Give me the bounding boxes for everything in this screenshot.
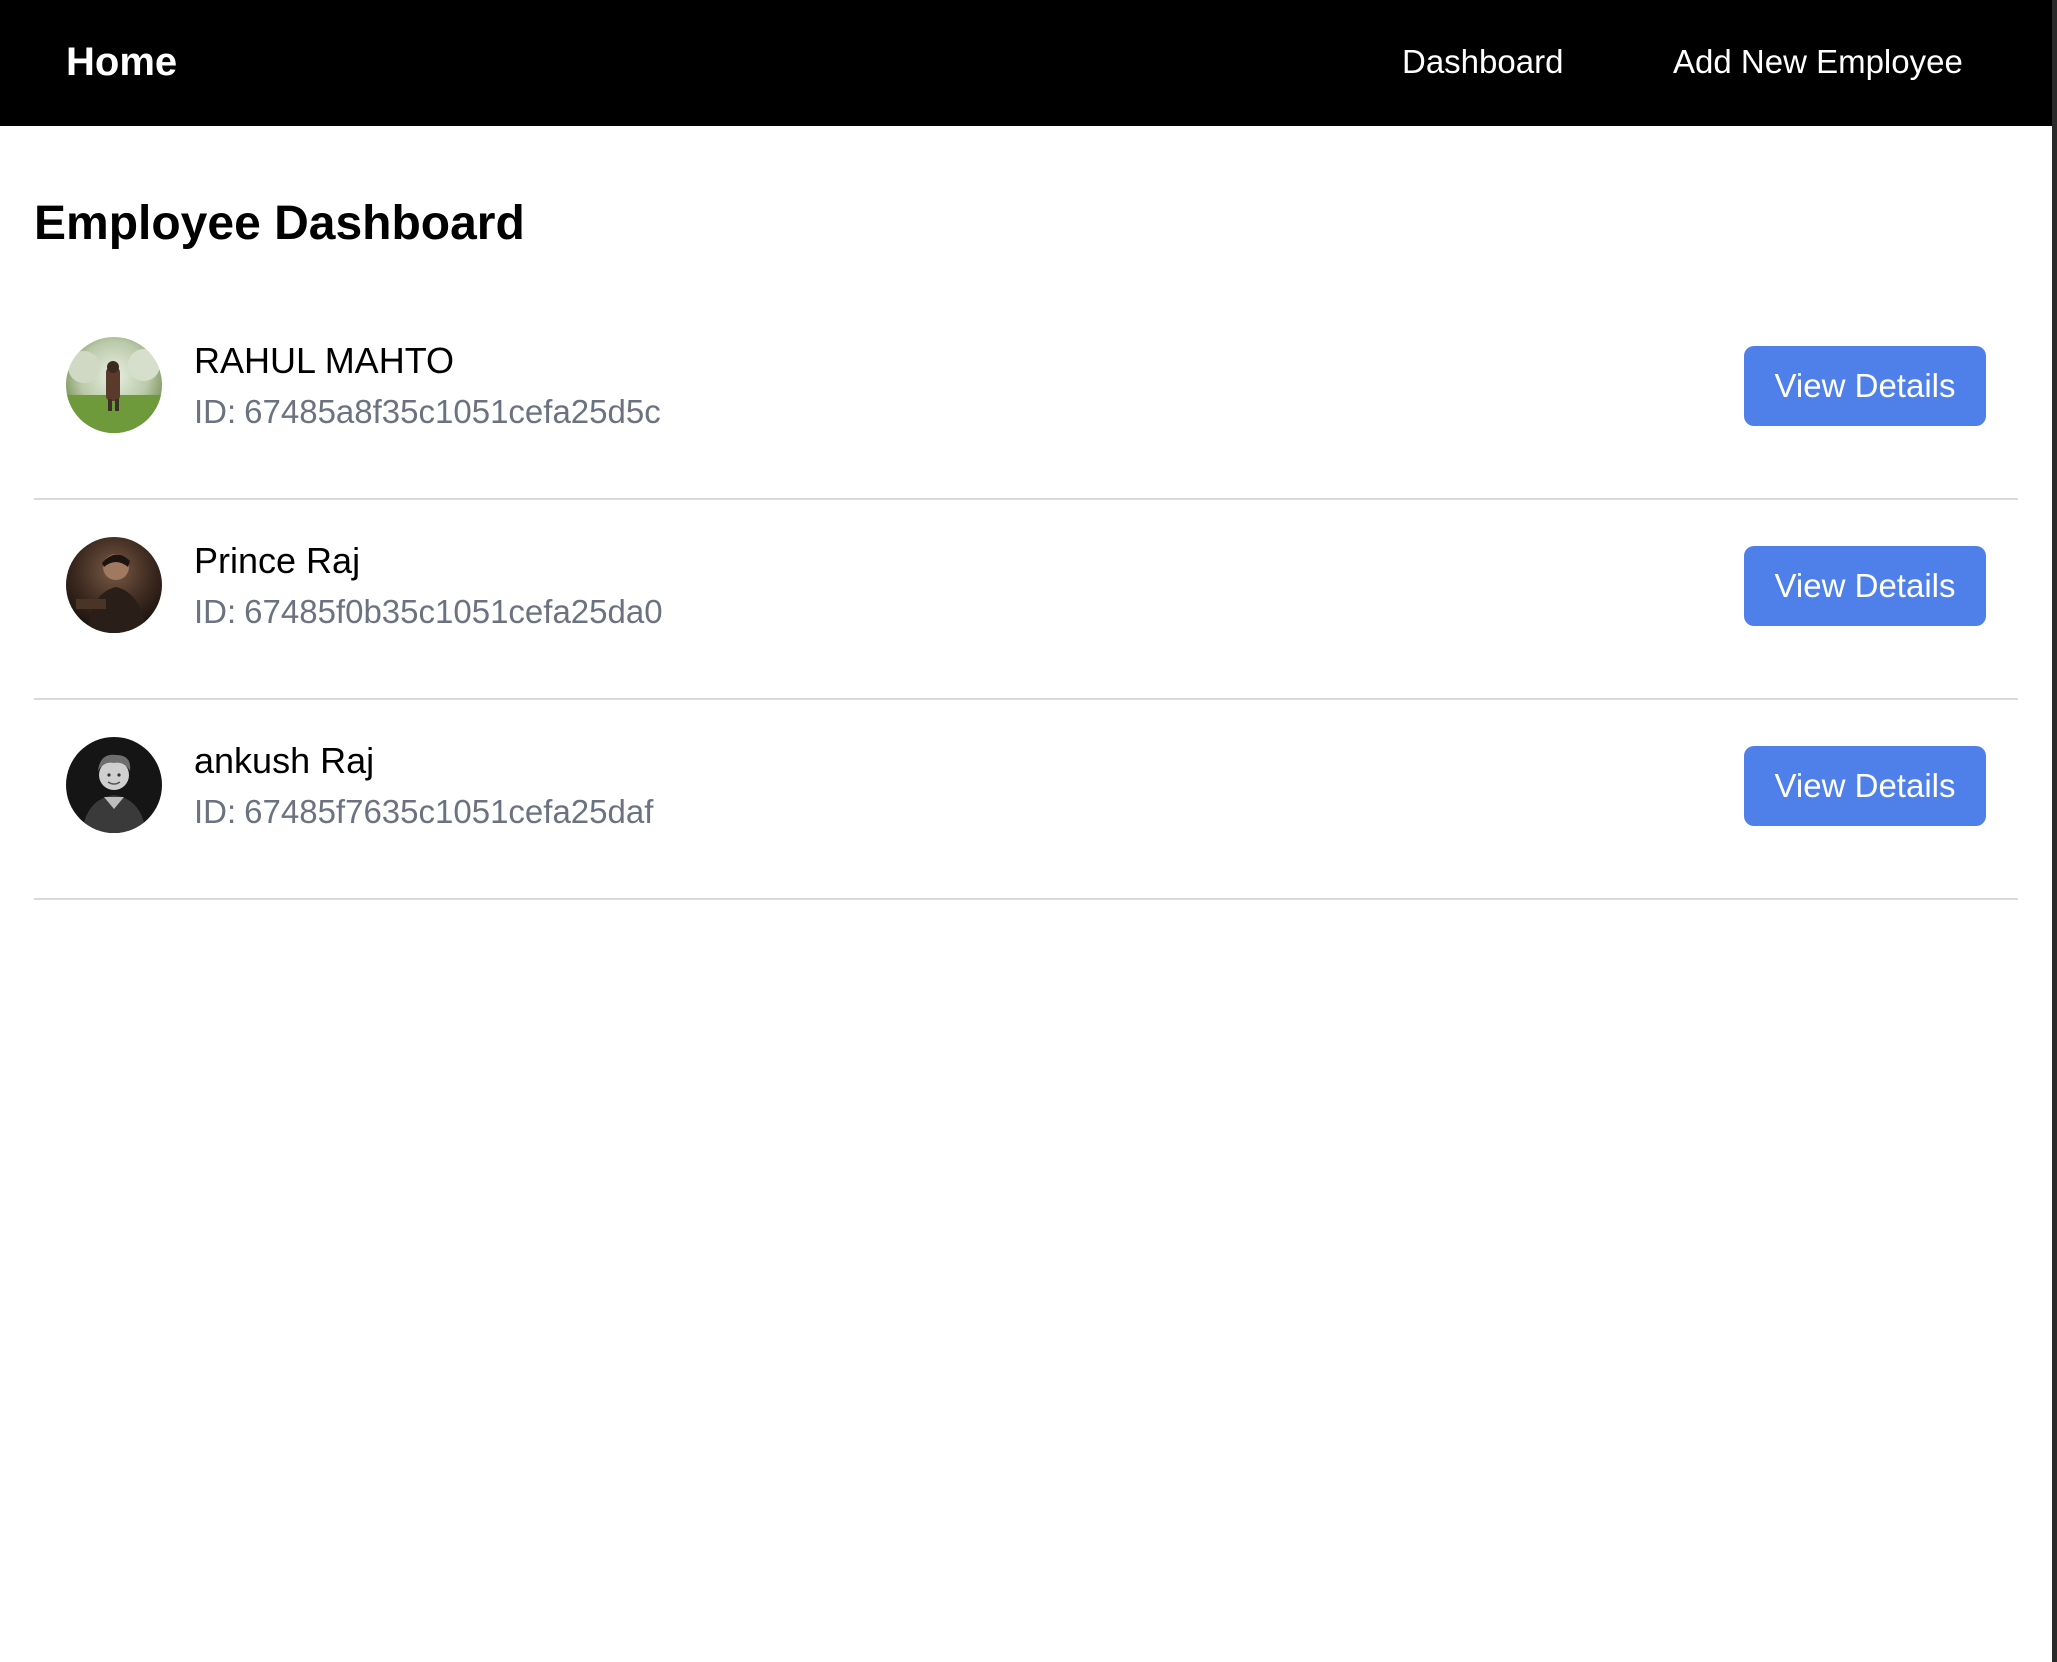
avatar-photo-outdoor — [66, 337, 162, 433]
employee-name: RAHUL MAHTO — [194, 340, 455, 381]
avatar — [66, 537, 162, 633]
avatar — [66, 337, 162, 433]
view-details-button[interactable]: View Details — [1744, 546, 1986, 626]
employee-id: ID: 67485f0b35c1051cefa25da0 — [194, 590, 663, 634]
window-edge — [2052, 0, 2057, 1662]
nav-home-link[interactable]: Home — [66, 36, 177, 88]
employee-id-label: ID: — [194, 793, 237, 830]
nav-add-employee-link[interactable]: Add New Employee — [1673, 38, 1963, 86]
employee-id-value: 67485a8f35c1051cefa25d5c — [244, 393, 661, 430]
avatar — [66, 737, 162, 833]
avatar-photo-bw — [66, 737, 162, 833]
employee-id: ID: 67485a8f35c1051cefa25d5c — [194, 390, 661, 434]
employee-name: ankush Raj — [194, 740, 375, 781]
employee-row: ankush Raj ID: 67485f7635c1051cefa25daf V… — [34, 700, 2018, 900]
employee-id-value: 67485f0b35c1051cefa25da0 — [244, 593, 663, 630]
view-details-button[interactable]: View Details — [1744, 746, 1986, 826]
employee-list: RAHUL MAHTO ID: 67485a8f35c1051cefa25d5c … — [34, 300, 2018, 900]
avatar-photo-dark — [66, 537, 162, 633]
employee-name: Prince Raj — [194, 540, 361, 581]
employee-row: Prince Raj ID: 67485f0b35c1051cefa25da0 V… — [34, 500, 2018, 700]
page: Home Dashboard Add New Employee Employee… — [0, 0, 2052, 1662]
employee-id-value: 67485f7635c1051cefa25daf — [244, 793, 654, 830]
employee-id-label: ID: — [194, 393, 237, 430]
employee-id: ID: 67485f7635c1051cefa25daf — [194, 790, 653, 834]
employee-id-label: ID: — [194, 593, 237, 630]
employee-row: RAHUL MAHTO ID: 67485a8f35c1051cefa25d5c … — [34, 300, 2018, 500]
nav-dashboard-link[interactable]: Dashboard — [1402, 38, 1563, 86]
page-title: Employee Dashboard — [34, 197, 525, 250]
top-navbar: Home Dashboard Add New Employee — [0, 0, 2052, 126]
view-details-button[interactable]: View Details — [1744, 346, 1986, 426]
